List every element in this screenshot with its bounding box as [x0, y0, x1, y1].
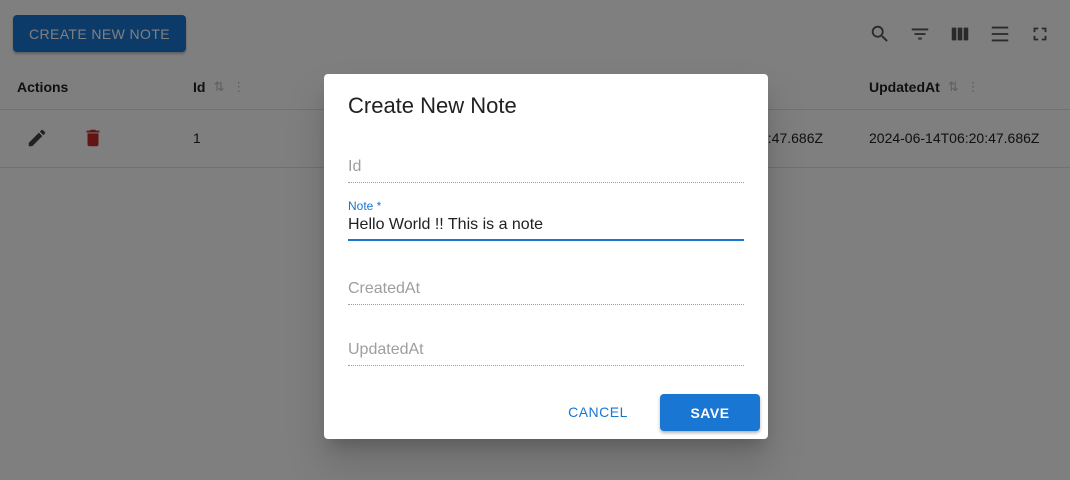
createdat-input[interactable] — [348, 280, 744, 305]
updatedat-input[interactable] — [348, 341, 744, 366]
createdat-field — [348, 280, 744, 305]
note-field-label: Note * — [348, 199, 382, 213]
create-note-dialog: Create New Note Note * CANCEL SAVE — [324, 74, 768, 439]
note-input[interactable] — [348, 216, 744, 241]
updatedat-field — [348, 341, 744, 366]
id-input[interactable] — [348, 158, 744, 183]
dialog-title: Create New Note — [348, 93, 517, 118]
note-field: Note * — [348, 199, 744, 241]
cancel-button[interactable]: CANCEL — [556, 394, 640, 430]
save-button[interactable]: SAVE — [660, 394, 760, 431]
id-field — [348, 158, 744, 183]
